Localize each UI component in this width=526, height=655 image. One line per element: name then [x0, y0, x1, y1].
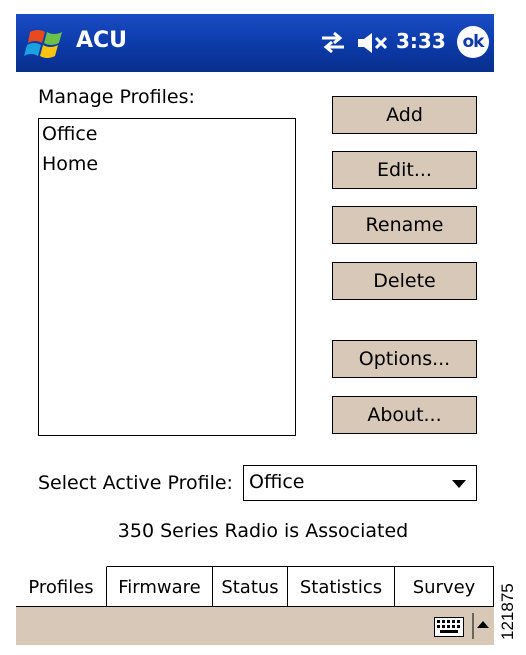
delete-button[interactable]: Delete [332, 262, 477, 300]
dropdown-arrow-icon[interactable] [452, 480, 466, 488]
clock[interactable]: 3:33 [396, 29, 446, 53]
tab-bar: Profiles Firmware Status Statistics Surv… [16, 566, 494, 607]
sip-arrow-icon[interactable] [472, 613, 490, 639]
tab-statistics[interactable]: Statistics [288, 567, 395, 607]
select-active-profile-label: Select Active Profile: [38, 472, 233, 494]
rename-button[interactable]: Rename [332, 206, 477, 244]
figure-number: 121875 [498, 583, 517, 640]
tab-firmware[interactable]: Firmware [107, 567, 213, 607]
profile-list[interactable]: Office Home [38, 118, 296, 436]
tab-profiles[interactable]: Profiles [16, 566, 107, 607]
tab-status[interactable]: Status [213, 567, 288, 607]
tab-survey[interactable]: Survey [395, 567, 494, 607]
manage-profiles-label: Manage Profiles: [38, 86, 195, 108]
add-button[interactable]: Add [332, 96, 477, 134]
menu-bar [16, 606, 494, 645]
connectivity-icon[interactable] [320, 30, 346, 54]
keyboard-icon[interactable] [434, 617, 464, 637]
edit-button[interactable]: Edit... [332, 151, 477, 189]
active-profile-value: Office [249, 471, 305, 493]
active-profile-dropdown[interactable]: Office [243, 465, 477, 501]
title-bar: ACU 3:33 ok [16, 14, 494, 72]
list-item-home[interactable]: Home [39, 149, 295, 179]
status-text: 350 Series Radio is Associated [117, 520, 409, 542]
volume-muted-icon[interactable] [356, 31, 390, 55]
list-item-office[interactable]: Office [39, 119, 295, 149]
about-button[interactable]: About... [332, 396, 477, 434]
app-title: ACU [76, 28, 128, 53]
ok-button[interactable]: ok [457, 26, 489, 58]
options-button[interactable]: Options... [332, 340, 477, 378]
windows-start-icon[interactable] [24, 22, 68, 64]
